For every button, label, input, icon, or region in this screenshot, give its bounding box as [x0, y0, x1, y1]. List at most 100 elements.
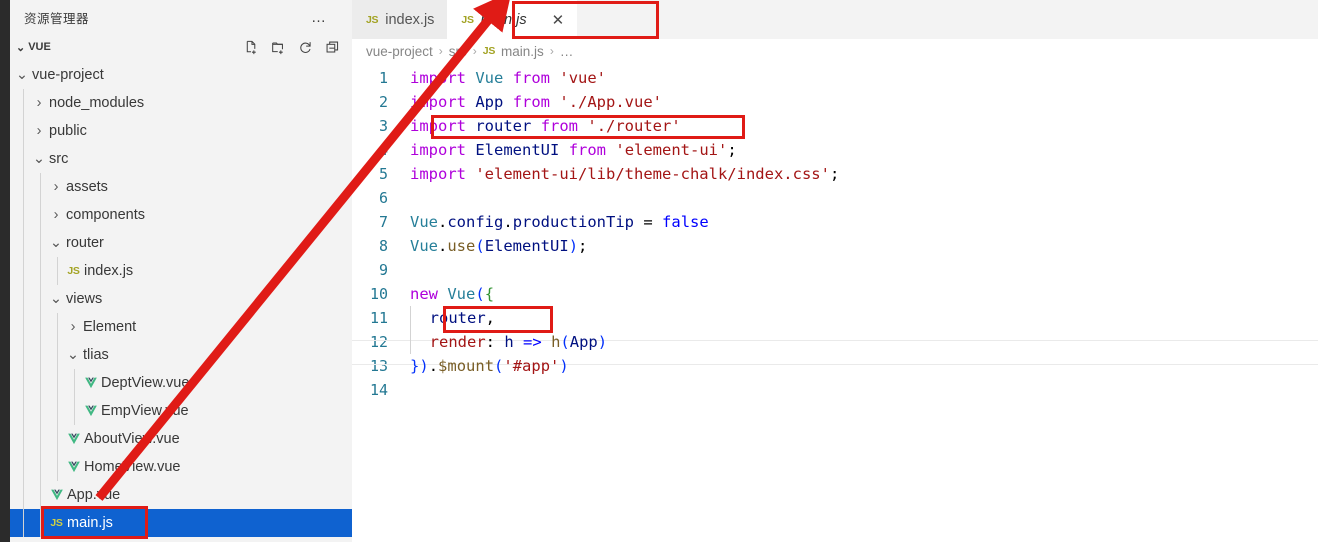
- tree-item-components[interactable]: › components: [10, 201, 352, 229]
- code-line-text: import App from './App.vue': [410, 93, 663, 111]
- explorer-title: 资源管理器: [24, 12, 90, 26]
- line-number: 6: [378, 189, 388, 207]
- editor-tabbar: JS index.js JS main.js ✕: [352, 0, 1318, 39]
- indent-guide: [40, 257, 41, 285]
- indent-guide: [40, 285, 41, 313]
- activity-bar: [0, 0, 10, 542]
- chevron-down-icon: ⌄: [16, 41, 26, 54]
- code-editor[interactable]: 1 import Vue from 'vue' 2 import App from '…: [352, 63, 1318, 402]
- new-folder-icon[interactable]: [270, 39, 286, 55]
- explorer-section-actions: [243, 39, 352, 55]
- chevron-right-icon: ›: [70, 319, 76, 335]
- code-line: 8 Vue.use(ElementUI);: [352, 234, 1318, 258]
- indent-guide: [40, 173, 41, 201]
- tab-main-js[interactable]: JS main.js ✕: [447, 0, 578, 39]
- collapse-all-icon[interactable]: [324, 39, 340, 55]
- vscode-window: 资源管理器 … ⌄ VUE ⌄ vue-project › node_modul…: [0, 0, 1318, 542]
- tree-item-router[interactable]: ⌄ router: [10, 229, 352, 257]
- code-line: 5 import 'element-ui/lib/theme-chalk/inde…: [352, 162, 1318, 186]
- indent-guide: [23, 313, 24, 341]
- indent-guide: [23, 145, 24, 173]
- breadcrumb-item-file[interactable]: main.js: [501, 44, 544, 59]
- tree-item-label: HomeView.vue: [84, 459, 181, 475]
- breadcrumb-item-symbols[interactable]: …: [560, 44, 574, 59]
- indent-guide: [23, 229, 24, 257]
- explorer-sidebar: 资源管理器 … ⌄ VUE ⌄ vue-project › node_modul…: [10, 0, 352, 542]
- line-number: 11: [369, 309, 388, 327]
- indent-guide: [23, 453, 24, 481]
- tree-item-label: vue-project: [32, 67, 104, 83]
- tree-item-label: public: [49, 123, 87, 139]
- indent-guide: [23, 369, 24, 397]
- tab-label: index.js: [385, 11, 435, 28]
- tree-item-assets[interactable]: › assets: [10, 173, 352, 201]
- indent-guide: [40, 453, 41, 481]
- tree-item-label: assets: [66, 179, 108, 195]
- tree-item-homeview-vue[interactable]: HomeView.vue: [10, 453, 352, 481]
- tree-item-tlias[interactable]: ⌄ tlias: [10, 341, 352, 369]
- tree-item-label: index.js: [84, 263, 134, 279]
- tree-item-src[interactable]: ⌄ src: [10, 145, 352, 173]
- breadcrumb-item-src[interactable]: src: [449, 44, 467, 59]
- code-line-text: import 'element-ui/lib/theme-chalk/index…: [410, 165, 840, 183]
- chevron-right-icon: ›: [36, 123, 42, 139]
- code-line: 14: [352, 378, 1318, 402]
- breadcrumb-item-project[interactable]: vue-project: [366, 44, 433, 59]
- indent-guide: [23, 257, 24, 285]
- tree-item-aboutview-vue[interactable]: AboutView.vue: [10, 425, 352, 453]
- tree-item-label: Element: [83, 319, 137, 335]
- tabbar-empty-space: [577, 0, 1318, 39]
- chevron-down-icon: ⌄: [49, 291, 63, 307]
- chevron-right-icon: ›: [53, 179, 59, 195]
- tree-item-label: main.js: [67, 515, 113, 531]
- line-number: 7: [378, 213, 388, 231]
- indent-guide: [57, 257, 58, 285]
- tree-item-deptview-vue[interactable]: DeptView.vue: [10, 369, 352, 397]
- tree-item-main-js[interactable]: JS main.js: [10, 509, 352, 537]
- tree-item-public[interactable]: › public: [10, 117, 352, 145]
- tree-item-vue-project[interactable]: ⌄ vue-project: [10, 61, 352, 89]
- vue-file-icon: [48, 489, 65, 502]
- chevron-down-icon: ⌄: [66, 347, 80, 363]
- vue-file-icon: [82, 377, 99, 390]
- line-number: 13: [369, 357, 388, 375]
- code-line-text: Vue.config.productionTip = false: [410, 213, 709, 231]
- close-icon[interactable]: ✕: [552, 11, 565, 29]
- code-line: 12 render: h => h(App): [352, 330, 1318, 355]
- tree-item-label: node_modules: [49, 95, 145, 111]
- indent-guide: [23, 425, 24, 453]
- refresh-icon[interactable]: [297, 39, 313, 55]
- line-number: 12: [369, 333, 388, 351]
- tree-item-index-js[interactable]: JS index.js: [10, 257, 352, 285]
- code-line: 10 new Vue({: [352, 282, 1318, 306]
- breadcrumb: vue-project › src › JS main.js › …: [352, 39, 1318, 63]
- indent-guide: [40, 201, 41, 229]
- code-line: 2 import App from './App.vue': [352, 90, 1318, 114]
- indent-guide: [40, 341, 41, 369]
- code-line-text: new Vue({: [410, 285, 495, 303]
- code-line: 7 Vue.config.productionTip = false: [352, 210, 1318, 234]
- js-file-icon: JS: [366, 13, 379, 26]
- code-line: 6: [352, 186, 1318, 210]
- code-line-text: Vue.use(ElementUI);: [410, 237, 588, 255]
- chevron-right-icon: ›: [53, 207, 59, 223]
- tree-item-node-modules[interactable]: › node_modules: [10, 89, 352, 117]
- indent-guide: [57, 425, 58, 453]
- vue-file-icon: [82, 405, 99, 418]
- tree-item-empview-vue[interactable]: EmpView.vue: [10, 397, 352, 425]
- tree-item-app-vue[interactable]: App.vue: [10, 481, 352, 509]
- indent-guide: [40, 313, 41, 341]
- line-number: 10: [369, 285, 388, 303]
- code-line: 4 import ElementUI from 'element-ui';: [352, 138, 1318, 162]
- code-line: 9: [352, 258, 1318, 282]
- explorer-more-actions-icon[interactable]: …: [311, 10, 340, 25]
- indent-guide: [23, 89, 24, 117]
- tree-item-element[interactable]: › Element: [10, 313, 352, 341]
- explorer-section-header-vue[interactable]: ⌄ VUE: [10, 35, 352, 59]
- tree-item-views[interactable]: ⌄ views: [10, 285, 352, 313]
- tab-index-js[interactable]: JS index.js: [352, 0, 448, 39]
- js-file-icon: JS: [482, 45, 496, 57]
- new-file-icon[interactable]: [243, 39, 259, 55]
- indent-guide: [23, 117, 24, 145]
- indent-guide: [23, 173, 24, 201]
